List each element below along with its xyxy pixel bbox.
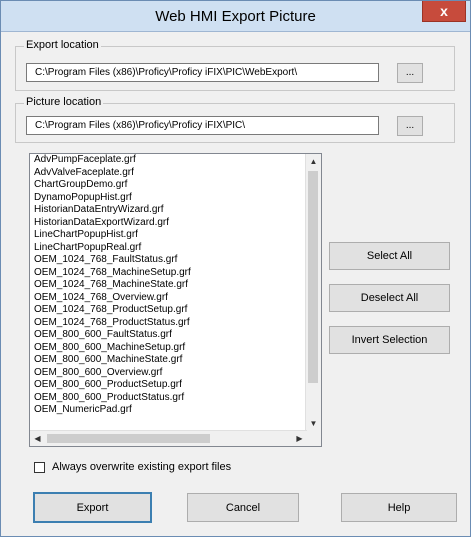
picture-location-group: Picture location ...: [15, 96, 455, 143]
deselect-all-button[interactable]: Deselect All: [329, 284, 450, 312]
list-item[interactable]: HistorianDataExportWizard.grf: [30, 217, 307, 230]
scroll-right-icon[interactable]: ▶: [292, 431, 307, 446]
cancel-button[interactable]: Cancel: [187, 493, 299, 522]
list-item[interactable]: DynamoPopupHist.grf: [30, 192, 307, 205]
window-title: Web HMI Export Picture: [155, 8, 316, 25]
list-item[interactable]: OEM_1024_768_Overview.grf: [30, 292, 307, 305]
scroll-down-icon[interactable]: ▼: [306, 416, 321, 431]
close-button[interactable]: x: [422, 1, 466, 22]
list-item[interactable]: HistorianDataEntryWizard.grf: [30, 204, 307, 217]
picture-location-input[interactable]: [26, 116, 379, 135]
list-item[interactable]: OEM_800_600_MachineState.grf: [30, 354, 307, 367]
help-button[interactable]: Help: [341, 493, 457, 522]
overwrite-checkbox[interactable]: [34, 462, 45, 473]
list-item[interactable]: OEM_800_600_FaultStatus.grf: [30, 329, 307, 342]
scroll-left-icon[interactable]: ◀: [30, 431, 45, 446]
horizontal-scroll-thumb[interactable]: [47, 434, 210, 443]
export-location-input[interactable]: [26, 63, 379, 82]
select-all-button[interactable]: Select All: [329, 242, 450, 270]
title-bar[interactable]: Web HMI Export Picture x: [1, 1, 470, 32]
picture-file-list[interactable]: AdvPumpFaceplate.grf AdvValveFaceplate.gr…: [29, 153, 322, 447]
vertical-scroll-thumb[interactable]: [308, 171, 318, 383]
list-item[interactable]: OEM_NumericPad.grf: [30, 404, 307, 417]
list-item[interactable]: OEM_1024_768_MachineState.grf: [30, 279, 307, 292]
list-item[interactable]: OEM_1024_768_ProductStatus.grf: [30, 317, 307, 330]
export-location-browse-button[interactable]: ...: [397, 63, 423, 83]
file-list-items: AdvPumpFaceplate.grf AdvValveFaceplate.gr…: [30, 154, 307, 431]
list-item[interactable]: ChartGroupDemo.grf: [30, 179, 307, 192]
scrollbar-corner: [306, 431, 321, 446]
list-item[interactable]: LineChartPopupReal.grf: [30, 242, 307, 255]
list-item[interactable]: OEM_1024_768_FaultStatus.grf: [30, 254, 307, 267]
dialog-body: Export location ... Picture location ...…: [8, 32, 463, 532]
list-item[interactable]: AdvValveFaceplate.grf: [30, 167, 307, 180]
list-item[interactable]: OEM_1024_768_ProductSetup.grf: [30, 304, 307, 317]
list-item[interactable]: AdvPumpFaceplate.grf: [30, 154, 307, 167]
export-location-group: Export location ...: [15, 39, 455, 91]
scroll-up-icon[interactable]: ▲: [306, 154, 321, 169]
overwrite-label: Always overwrite existing export files: [52, 461, 232, 473]
export-button[interactable]: Export: [33, 492, 152, 523]
picture-location-label: Picture location: [24, 96, 104, 108]
list-item[interactable]: OEM_800_600_MachineSetup.grf: [30, 342, 307, 355]
picture-location-browse-button[interactable]: ...: [397, 116, 423, 136]
horizontal-scrollbar[interactable]: ◀ ▶: [30, 430, 307, 446]
list-item[interactable]: OEM_1024_768_MachineSetup.grf: [30, 267, 307, 280]
vertical-scrollbar[interactable]: ▲ ▼: [305, 154, 321, 431]
list-item[interactable]: LineChartPopupHist.grf: [30, 229, 307, 242]
export-location-label: Export location: [24, 39, 101, 51]
export-picture-dialog: Web HMI Export Picture x Export location…: [0, 0, 471, 537]
list-item[interactable]: OEM_800_600_ProductStatus.grf: [30, 392, 307, 405]
invert-selection-button[interactable]: Invert Selection: [329, 326, 450, 354]
list-item[interactable]: OEM_800_600_ProductSetup.grf: [30, 379, 307, 392]
list-item[interactable]: OEM_800_600_Overview.grf: [30, 367, 307, 380]
